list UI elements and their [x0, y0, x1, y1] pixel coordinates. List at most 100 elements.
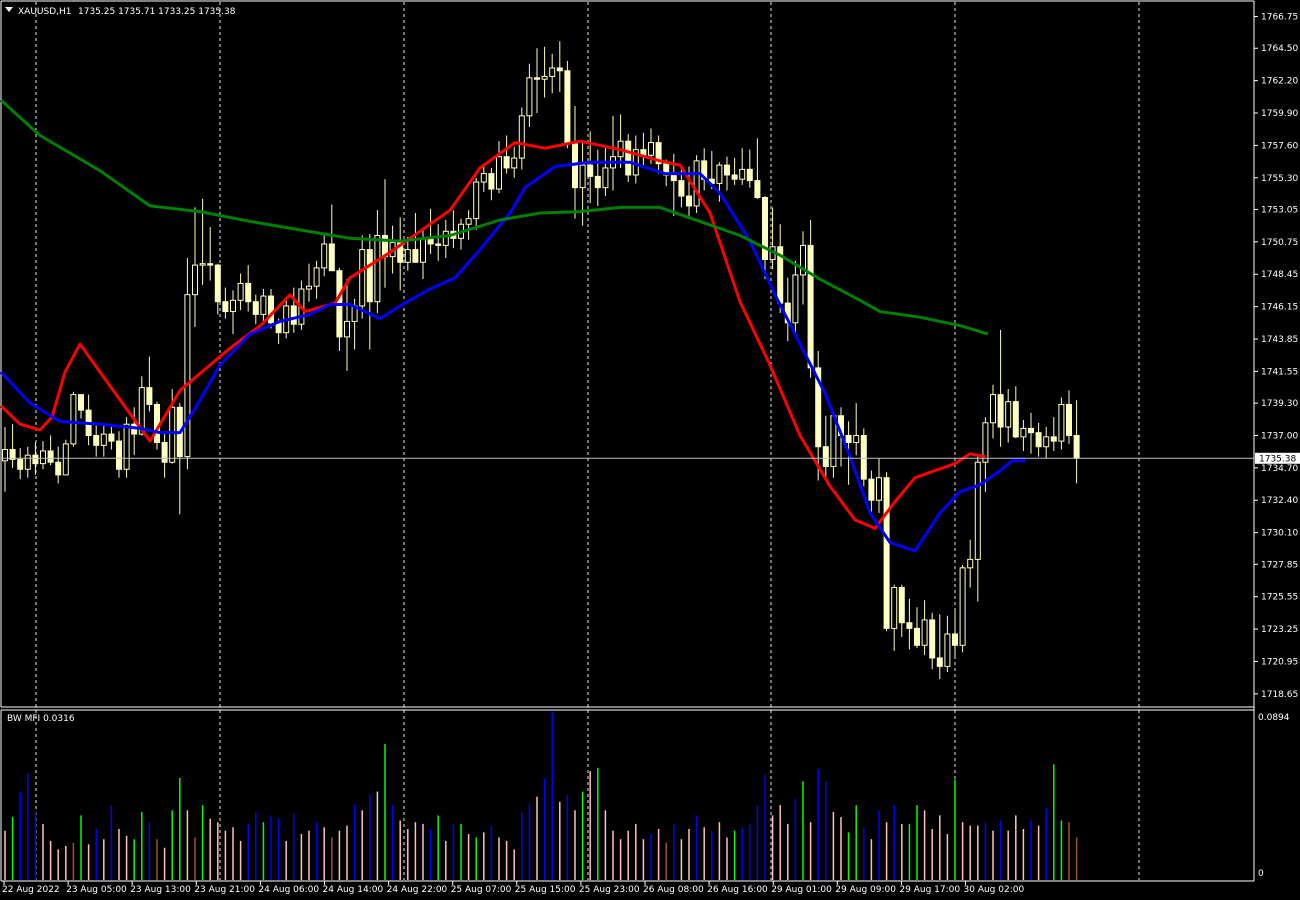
price-tick-label: 1759.90: [1261, 109, 1298, 119]
candle-body: [412, 249, 419, 263]
candle-body: [860, 434, 867, 480]
candle-body: [100, 433, 107, 446]
candle-body: [952, 633, 958, 646]
candle-body: [974, 461, 981, 560]
candle-body: [192, 264, 198, 296]
candle-body: [2, 449, 8, 462]
price-tick-label: 1730.10: [1261, 529, 1298, 539]
candle-body: [929, 619, 936, 659]
time-tick-label: 26 Aug 08:00: [643, 885, 704, 895]
time-tick-label: 29 Aug 09:00: [835, 885, 896, 895]
price-tick-label: 1753.05: [1261, 205, 1298, 215]
candle-body: [116, 440, 122, 470]
ohlc-values: 1735.25 1735.71 1733.25 1735.38: [78, 7, 236, 17]
candle-body: [420, 237, 426, 263]
time-tick-label: 29 Aug 01:00: [771, 885, 832, 895]
candle-body: [344, 320, 350, 338]
candle-body: [746, 168, 753, 182]
candle-body: [290, 305, 297, 325]
candle-body: [306, 285, 312, 290]
candle-body: [1043, 436, 1050, 448]
candle-body: [1066, 403, 1072, 436]
candle-body: [62, 443, 69, 476]
candle-body: [944, 633, 951, 667]
candle-body: [1020, 427, 1027, 438]
candle-body: [32, 454, 39, 465]
price-tick-label: 1764.50: [1261, 44, 1298, 54]
candle-body: [564, 70, 571, 145]
candle-body: [199, 263, 206, 266]
candle-body: [169, 406, 176, 463]
price-tick-label: 1762.20: [1261, 77, 1298, 87]
time-tick-label: 30 Aug 02:00: [964, 885, 1025, 895]
time-tick-label: 25 Aug 15:00: [515, 885, 576, 895]
price-tick-label: 1725.55: [1261, 593, 1298, 603]
price-tick-label: 1755.30: [1261, 174, 1298, 184]
candle-body: [1058, 403, 1065, 442]
price-tick-label: 1720.95: [1261, 657, 1298, 667]
price-tick-label: 1750.75: [1261, 238, 1298, 248]
candle-body: [670, 174, 677, 182]
time-tick-label: 23 Aug 13:00: [130, 885, 191, 895]
price-tick-label: 1737.00: [1261, 431, 1298, 441]
chart-background: [0, 0, 1300, 900]
candle-body: [480, 173, 487, 183]
candle-body: [967, 558, 974, 569]
candle-body: [959, 567, 966, 646]
candle-body: [488, 173, 495, 190]
candle-body: [921, 619, 928, 646]
price-tick-label: 1727.85: [1261, 560, 1298, 570]
candle-body: [1073, 434, 1080, 459]
price-tick-label: 1746.15: [1261, 303, 1298, 313]
candle-body: [845, 434, 852, 444]
candle-body: [822, 446, 829, 467]
candle-body: [328, 243, 335, 272]
candle-body: [496, 156, 502, 190]
candle-body: [47, 450, 54, 463]
candle-body: [184, 294, 191, 458]
candle-body: [230, 299, 236, 313]
time-tick-label: 29 Aug 17:00: [899, 885, 960, 895]
candle-body: [1012, 401, 1019, 438]
price-tick-label: 1766.75: [1261, 13, 1298, 23]
candle-body: [1050, 436, 1057, 442]
candle-body: [1035, 432, 1042, 448]
chart-root: 1735.38 1766.75 1764.50 1762.20 1759.90 1757…: [0, 0, 1300, 900]
candle-body: [990, 394, 996, 424]
price-tick-label: 1734.70: [1261, 464, 1298, 474]
candle-body: [465, 218, 472, 225]
time-tick-label: 24 Aug 22:00: [387, 885, 448, 895]
candle-body: [534, 77, 540, 80]
candle-body: [876, 477, 882, 501]
candle-body: [214, 264, 221, 303]
candle-body: [868, 478, 875, 501]
candle-body: [473, 181, 480, 220]
candle-body: [678, 180, 685, 197]
candle-body: [997, 394, 1004, 428]
price-tick-label: 1732.40: [1261, 496, 1298, 506]
candle-body: [435, 243, 442, 246]
price-tick-label: 1723.25: [1261, 625, 1298, 635]
candle-body: [222, 301, 229, 313]
current-price-label: 1735.38: [1259, 454, 1296, 464]
candle-body: [260, 295, 267, 315]
candle-body: [853, 434, 860, 444]
candle-body: [587, 164, 594, 177]
time-tick-label: 24 Aug 14:00: [323, 885, 384, 895]
candle-body: [602, 167, 609, 189]
candle-body: [24, 454, 31, 470]
candle-body: [807, 244, 814, 369]
candle-body: [374, 235, 381, 303]
candle-body: [739, 168, 746, 180]
candle-body: [146, 387, 153, 405]
candle-body: [17, 458, 24, 470]
price-tick-label: 1739.30: [1261, 399, 1298, 409]
candle-body: [830, 415, 837, 467]
candle-body: [579, 164, 586, 189]
candle-body: [93, 434, 100, 446]
price-tick-label: 1743.85: [1261, 335, 1298, 345]
candle-body: [625, 140, 632, 176]
candle-body: [716, 164, 723, 184]
candle-body: [252, 301, 259, 315]
candle-body: [78, 394, 84, 411]
